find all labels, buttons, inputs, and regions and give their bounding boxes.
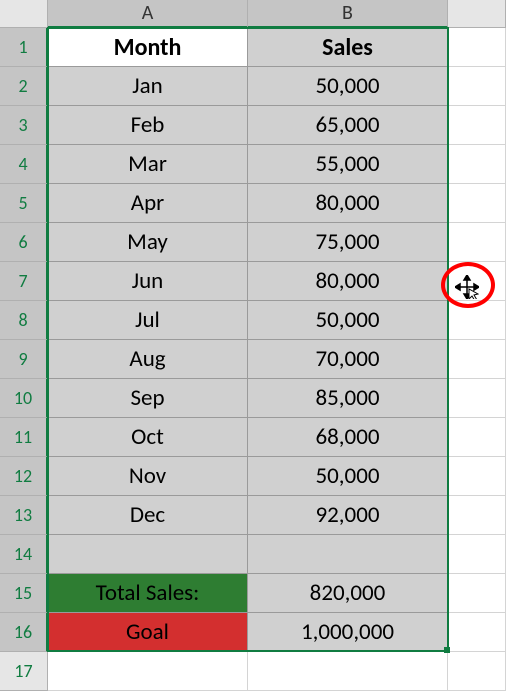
row-header-12[interactable]: 12 bbox=[0, 457, 48, 496]
cell-a2[interactable]: Jan bbox=[48, 67, 248, 106]
cell-a9[interactable]: Aug bbox=[48, 340, 248, 379]
row-header-13[interactable]: 13 bbox=[0, 496, 48, 535]
cell-c7[interactable] bbox=[448, 262, 506, 301]
column-header-c[interactable] bbox=[448, 0, 506, 28]
row-header-4[interactable]: 4 bbox=[0, 145, 48, 184]
cell-a6[interactable]: May bbox=[48, 223, 248, 262]
cell-a4[interactable]: Mar bbox=[48, 145, 248, 184]
cell-a3[interactable]: Feb bbox=[48, 106, 248, 145]
cell-c9[interactable] bbox=[448, 340, 506, 379]
cell-c1[interactable] bbox=[448, 28, 506, 67]
cell-a17[interactable] bbox=[48, 652, 248, 691]
cell-b5[interactable]: 80,000 bbox=[248, 184, 448, 223]
column-header-a[interactable]: A bbox=[48, 0, 248, 28]
cell-c6[interactable] bbox=[448, 223, 506, 262]
cell-b12[interactable]: 50,000 bbox=[248, 457, 448, 496]
cell-a1[interactable]: Month bbox=[48, 28, 248, 67]
row-header-3[interactable]: 3 bbox=[0, 106, 48, 145]
row-header-16[interactable]: 16 bbox=[0, 613, 48, 652]
cell-b16-goal-value[interactable]: 1,000,000 bbox=[248, 613, 448, 652]
cell-c10[interactable] bbox=[448, 379, 506, 418]
cell-b17[interactable] bbox=[248, 652, 448, 691]
cell-b14[interactable] bbox=[248, 535, 448, 574]
cell-c8[interactable] bbox=[448, 301, 506, 340]
select-all-corner[interactable] bbox=[0, 0, 48, 28]
cell-c13[interactable] bbox=[448, 496, 506, 535]
cell-a5[interactable]: Apr bbox=[48, 184, 248, 223]
row-header-9[interactable]: 9 bbox=[0, 340, 48, 379]
cell-a12[interactable]: Nov bbox=[48, 457, 248, 496]
cell-a11[interactable]: Oct bbox=[48, 418, 248, 457]
cell-a10[interactable]: Sep bbox=[48, 379, 248, 418]
cell-a8[interactable]: Jul bbox=[48, 301, 248, 340]
cell-b15-total-value[interactable]: 820,000 bbox=[248, 574, 448, 613]
spreadsheet-grid: A B 1 Month Sales 2 Jan 50,000 3 Feb 65,… bbox=[0, 0, 506, 691]
cell-c16[interactable] bbox=[448, 613, 506, 652]
cell-b2[interactable]: 50,000 bbox=[248, 67, 448, 106]
row-header-17[interactable]: 17 bbox=[0, 652, 48, 691]
cell-b13[interactable]: 92,000 bbox=[248, 496, 448, 535]
cell-c5[interactable] bbox=[448, 184, 506, 223]
row-header-14[interactable]: 14 bbox=[0, 535, 48, 574]
cell-b1[interactable]: Sales bbox=[248, 28, 448, 67]
row-header-7[interactable]: 7 bbox=[0, 262, 48, 301]
cell-a15-total-label[interactable]: Total Sales: bbox=[48, 574, 248, 613]
cell-b4[interactable]: 55,000 bbox=[248, 145, 448, 184]
cell-b8[interactable]: 50,000 bbox=[248, 301, 448, 340]
cell-c17[interactable] bbox=[448, 652, 506, 691]
cell-b6[interactable]: 75,000 bbox=[248, 223, 448, 262]
row-header-10[interactable]: 10 bbox=[0, 379, 48, 418]
cell-c15[interactable] bbox=[448, 574, 506, 613]
cell-b11[interactable]: 68,000 bbox=[248, 418, 448, 457]
row-header-11[interactable]: 11 bbox=[0, 418, 48, 457]
row-header-2[interactable]: 2 bbox=[0, 67, 48, 106]
column-header-b[interactable]: B bbox=[248, 0, 448, 28]
row-header-5[interactable]: 5 bbox=[0, 184, 48, 223]
cell-b10[interactable]: 85,000 bbox=[248, 379, 448, 418]
cell-b7[interactable]: 80,000 bbox=[248, 262, 448, 301]
row-header-15[interactable]: 15 bbox=[0, 574, 48, 613]
row-header-6[interactable]: 6 bbox=[0, 223, 48, 262]
row-header-1[interactable]: 1 bbox=[0, 28, 48, 67]
cell-b3[interactable]: 65,000 bbox=[248, 106, 448, 145]
row-header-8[interactable]: 8 bbox=[0, 301, 48, 340]
cell-a14[interactable] bbox=[48, 535, 248, 574]
cell-a7[interactable]: Jun bbox=[48, 262, 248, 301]
cell-a13[interactable]: Dec bbox=[48, 496, 248, 535]
cell-c3[interactable] bbox=[448, 106, 506, 145]
cell-c2[interactable] bbox=[448, 67, 506, 106]
cell-c4[interactable] bbox=[448, 145, 506, 184]
cell-b9[interactable]: 70,000 bbox=[248, 340, 448, 379]
cell-a16-goal-label[interactable]: Goal bbox=[48, 613, 248, 652]
cell-c12[interactable] bbox=[448, 457, 506, 496]
cell-c14[interactable] bbox=[448, 535, 506, 574]
cell-c11[interactable] bbox=[448, 418, 506, 457]
